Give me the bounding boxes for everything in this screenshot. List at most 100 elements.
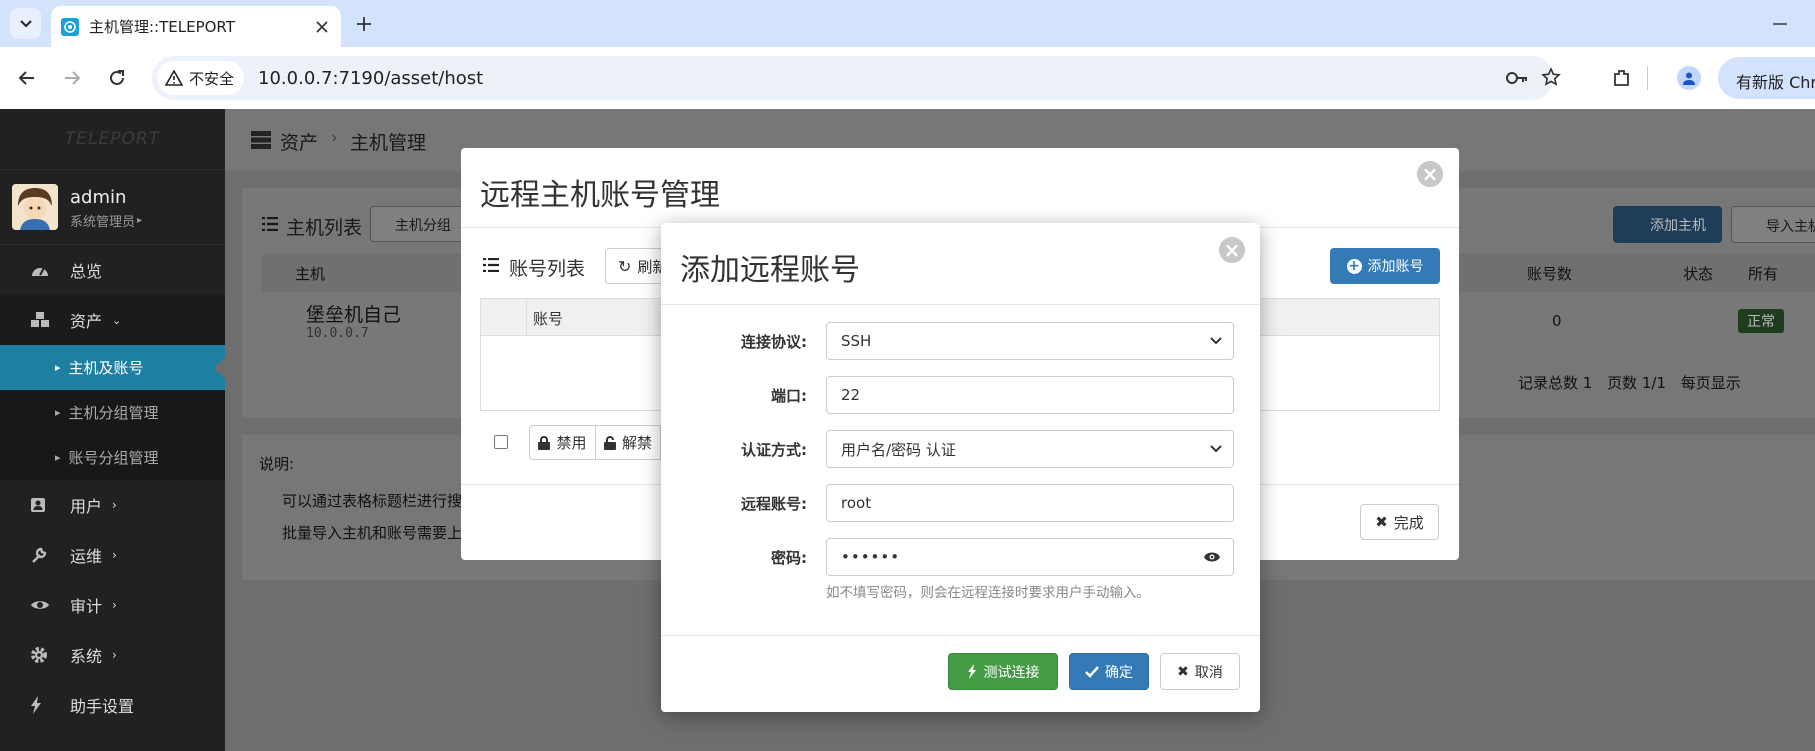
refresh-icon: ↻ [618,256,632,276]
active-pointer [214,357,225,379]
add-account-label: 添加账号 [1367,259,1424,275]
protocol-select[interactable]: SSH [826,322,1234,360]
check-icon [1085,665,1099,678]
modal-title: 添加远程账号 [680,253,860,288]
menu-ops[interactable]: 运维 › [0,530,225,580]
chevron-right-icon: › [112,598,117,612]
bolt-icon [30,696,52,714]
chevron-down-icon [1210,445,1222,453]
submenu-hosts-accounts-label: 主机及账号 [68,359,144,377]
close-icon[interactable]: × [1417,161,1443,187]
status-filter[interactable]: 所有 [1748,263,1778,284]
close-icon[interactable]: × [1219,237,1245,263]
remote-account-value: root [841,494,872,512]
modal-header: 远程主机账号管理 [461,148,1459,228]
profile-avatar[interactable] [1677,66,1701,90]
forward-icon[interactable] [63,69,81,87]
list-icon [262,217,278,231]
chevron-down-icon [19,19,32,27]
address-bar[interactable]: 不安全 10.0.0.7:7190/asset/host [152,56,1561,100]
unlock-icon [603,435,616,450]
confirm-label: 确定 [1105,664,1133,681]
breadcrumb-root[interactable]: 资产 [280,128,318,155]
url-text: 10.0.0.7:7190/asset/host [258,67,484,89]
menu-audit[interactable]: 审计 › [0,580,225,630]
caret-right-icon: ▸ [55,406,61,419]
import-host-button[interactable]: 导入主机 [1731,206,1815,243]
password-value: •••••• [841,548,901,566]
submenu-host-groups-label: 主机分组管理 [68,404,159,422]
auth-method-select[interactable]: 用户名/密码 认证 [826,430,1234,468]
cancel-label: 取消 [1194,664,1223,681]
menu-system[interactable]: 系统 › [0,630,225,680]
gear-icon [30,646,52,664]
account-count[interactable]: 0 [1552,312,1562,330]
host-name[interactable]: 堡垒机自己 [306,300,401,327]
done-button[interactable]: ✖ 完成 [1360,504,1439,540]
security-chip[interactable]: 不安全 [157,61,245,95]
user-role[interactable]: 系统管理员 ▸ [70,211,142,230]
user-icon [30,497,52,513]
done-label: 完成 [1393,513,1424,532]
unlock-label: 解禁 [621,434,652,452]
pager-per-page-label: 每页显示 [1680,374,1741,392]
menu-users[interactable]: 用户 › [0,480,225,530]
submenu-account-groups-label: 账号分组管理 [68,449,159,467]
update-chrome-button[interactable]: 有新版 Chrome [1718,57,1815,99]
new-tab-icon[interactable] [356,16,372,32]
password-input[interactable]: •••••• [826,538,1191,576]
remote-account-input[interactable]: root [826,484,1234,522]
back-icon[interactable] [18,69,36,87]
column-accounts: 账号数 [1527,265,1573,283]
close-tab-icon[interactable] [315,20,329,34]
host-ip: 10.0.0.7 [306,326,369,341]
status-badge: 正常 [1738,309,1784,333]
reload-icon[interactable] [108,69,126,87]
avatar[interactable] [12,184,58,230]
cancel-button[interactable]: ✖ 取消 [1160,653,1240,690]
person-icon [1683,72,1695,85]
user-role-label: 系统管理员 [70,215,136,230]
minimize-icon[interactable] [1773,23,1787,25]
port-input[interactable]: 22 [826,376,1234,414]
avatar-image [12,184,58,230]
password-key-icon[interactable] [1505,68,1529,88]
browser-tab[interactable]: 主机管理::TELEPORT [51,6,341,47]
protocol-label: 连接协议: [741,333,807,351]
submenu-account-groups[interactable]: ▸ 账号分组管理 [0,435,225,480]
column-account: 账号 [533,310,564,328]
host-list-title: 主机列表 [286,217,363,239]
host-group-filter-button[interactable]: 主机分组 [370,206,470,242]
test-connection-label: 测试连接 [983,664,1040,681]
bookmark-star-icon[interactable] [1541,67,1561,87]
password-label: 密码: [771,549,807,567]
submenu-host-groups[interactable]: ▸ 主机分组管理 [0,390,225,435]
menu-system-label: 系统 [70,647,103,666]
disable-account-button[interactable]: 禁用 [529,425,596,460]
column-status[interactable]: 状态 [1683,263,1713,284]
test-connection-button[interactable]: 测试连接 [948,653,1058,690]
select-all-checkbox[interactable] [494,435,508,449]
plus-circle-icon: + [1346,257,1362,274]
extensions-icon[interactable] [1612,68,1632,88]
browser-toolbar: 不安全 10.0.0.7:7190/asset/host 有新版 Chrome [0,47,1815,109]
remote-account-label: 远程账号: [741,495,807,513]
auth-method-value: 用户名/密码 认证 [841,440,956,459]
menu-dashboard[interactable]: 总览 [0,245,225,295]
menu-assets[interactable]: 资产 ⌄ [0,295,225,345]
confirm-button[interactable]: 确定 [1069,653,1149,690]
unlock-account-button[interactable]: 解禁 [595,425,661,460]
modal-title: 远程主机账号管理 [480,178,720,213]
submenu-hosts-accounts[interactable]: ▸ 主机及账号 [0,345,225,390]
column-host[interactable]: 主机 [295,263,325,284]
add-account-button[interactable]: + 添加账号 [1330,248,1440,284]
account-list-title: 账号列表 [509,258,586,280]
tab-search-button[interactable] [10,8,41,39]
menu-assistant[interactable]: 助手设置 [0,680,225,730]
browser-tab-bar: 主机管理::TELEPORT [0,0,1815,47]
divider [0,169,225,170]
show-password-button[interactable] [1190,538,1234,576]
add-host-button[interactable]: 添加主机 [1613,206,1722,243]
server-icon [251,131,271,149]
menu-users-label: 用户 [70,497,103,516]
